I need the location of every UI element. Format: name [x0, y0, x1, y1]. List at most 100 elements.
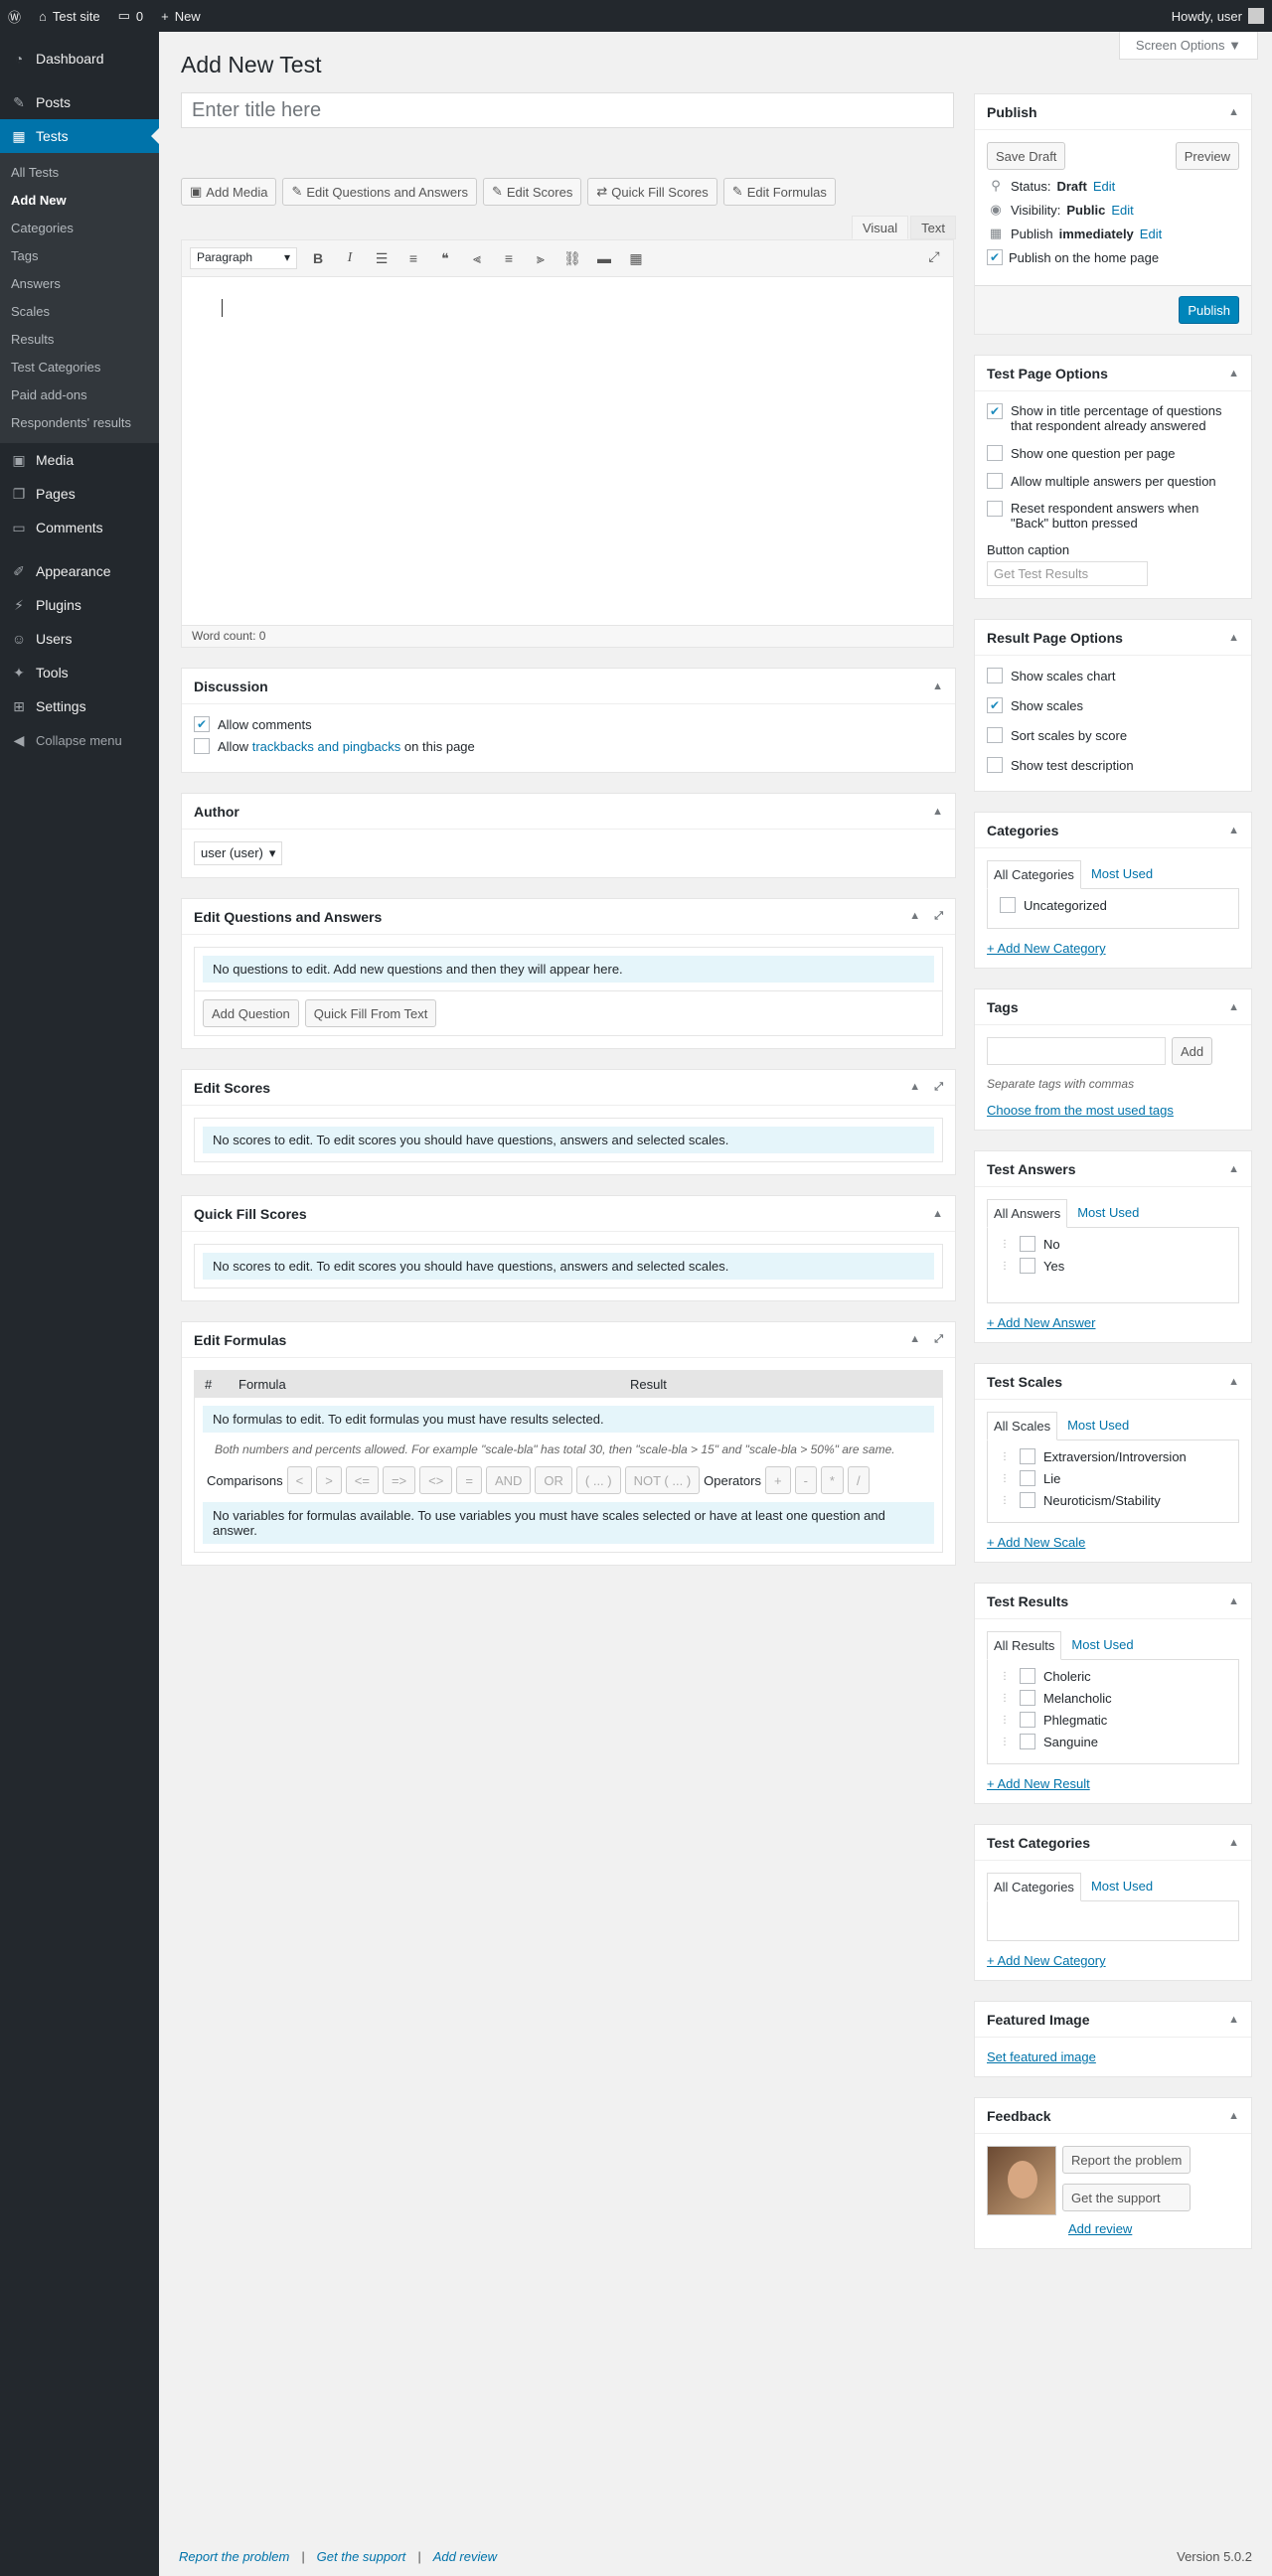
menu-pages[interactable]: ❐ Pages — [0, 477, 159, 511]
tab-all-test-categories[interactable]: All Categories — [987, 1873, 1081, 1901]
edit-date-link[interactable]: Edit — [1140, 227, 1162, 241]
toggle-arrow-icon[interactable]: ▲ — [909, 910, 920, 923]
author-select[interactable]: user (user) ▾ — [194, 841, 283, 865]
menu-settings[interactable]: ⊞ Settings — [0, 689, 159, 723]
tab-most-used[interactable]: Most Used — [1065, 1631, 1139, 1659]
edit-visibility-link[interactable]: Edit — [1111, 203, 1133, 218]
menu-users[interactable]: ☺ Users — [0, 622, 159, 656]
tab-all-answers[interactable]: All Answers — [987, 1199, 1068, 1228]
percentage-title-checkbox[interactable]: ✔ — [987, 403, 1003, 419]
get-support-button[interactable]: Get the support — [1062, 2184, 1192, 2211]
op-plus-button[interactable]: + — [764, 1466, 791, 1494]
toggle-arrow-icon[interactable]: ▲ — [1228, 1163, 1239, 1175]
toggle-arrow-icon[interactable]: ▲ — [909, 1333, 920, 1346]
allow-comments-checkbox[interactable]: ✔ — [194, 716, 210, 732]
drag-handle-icon[interactable]: ⋮ — [1000, 1737, 1010, 1747]
menu-tests[interactable]: ▦ Tests — [0, 119, 159, 153]
show-scales-checkbox[interactable]: ✔ — [987, 697, 1003, 713]
edit-status-link[interactable]: Edit — [1093, 179, 1115, 194]
report-problem-button[interactable]: Report the problem — [1062, 2146, 1192, 2174]
add-category-link[interactable]: + Add New Category — [987, 941, 1106, 956]
expand-icon[interactable]: ⤢ — [934, 1081, 943, 1094]
format-select[interactable]: Paragraph ▾ — [190, 247, 297, 269]
result-checkbox[interactable] — [1020, 1712, 1035, 1728]
menu-tools[interactable]: ✦ Tools — [0, 656, 159, 689]
scales-chart-checkbox[interactable] — [987, 668, 1003, 683]
comments-link[interactable]: ▭ 0 — [118, 8, 144, 24]
scale-checkbox[interactable] — [1020, 1448, 1035, 1464]
show-description-checkbox[interactable] — [987, 757, 1003, 773]
publish-home-checkbox[interactable]: ✔ — [987, 249, 1003, 265]
wp-logo[interactable]: Ⓦ — [8, 7, 21, 26]
result-checkbox[interactable] — [1020, 1734, 1035, 1749]
numbered-list-icon[interactable]: ≡ — [402, 250, 424, 266]
multiple-answers-checkbox[interactable] — [987, 473, 1003, 489]
toggle-arrow-icon[interactable]: ▲ — [932, 681, 943, 692]
submenu-tags[interactable]: Tags — [0, 242, 159, 270]
menu-plugins[interactable]: ⚡ Plugins — [0, 588, 159, 622]
footer-report-link[interactable]: Report the problem — [179, 2549, 289, 2564]
submenu-add-new[interactable]: Add New — [0, 187, 159, 215]
italic-icon[interactable]: I — [339, 250, 361, 266]
tags-input[interactable] — [987, 1037, 1166, 1065]
scale-checkbox[interactable] — [1020, 1492, 1035, 1508]
expand-icon[interactable]: ⤢ — [934, 910, 943, 923]
choose-tags-link[interactable]: Choose from the most used tags — [987, 1103, 1174, 1118]
submenu-categories[interactable]: Categories — [0, 215, 159, 242]
submenu-results[interactable]: Results — [0, 326, 159, 354]
scale-checkbox[interactable] — [1020, 1470, 1035, 1486]
op-multiply-button[interactable]: * — [820, 1466, 844, 1494]
tab-all-scales[interactable]: All Scales — [987, 1412, 1058, 1440]
op-gte-button[interactable]: => — [382, 1466, 416, 1494]
answer-checkbox[interactable] — [1020, 1236, 1035, 1252]
result-checkbox[interactable] — [1020, 1668, 1035, 1684]
op-ne-button[interactable]: <> — [419, 1466, 453, 1494]
tab-text[interactable]: Text — [910, 216, 956, 239]
answer-checkbox[interactable] — [1020, 1258, 1035, 1274]
footer-review-link[interactable]: Add review — [433, 2549, 497, 2564]
add-question-button[interactable]: Add Question — [203, 999, 299, 1027]
link-icon[interactable]: ⛓ — [561, 250, 583, 267]
tab-most-used[interactable]: Most Used — [1061, 1412, 1135, 1440]
op-paren-button[interactable]: ( ... ) — [575, 1466, 621, 1494]
menu-appearance[interactable]: ✐ Appearance — [0, 554, 159, 588]
drag-handle-icon[interactable]: ⋮ — [1000, 1451, 1010, 1462]
toggle-arrow-icon[interactable]: ▲ — [1228, 1376, 1239, 1388]
op-lte-button[interactable]: <= — [345, 1466, 379, 1494]
op-lt-button[interactable]: < — [286, 1466, 313, 1494]
op-gt-button[interactable]: > — [316, 1466, 342, 1494]
reset-answers-checkbox[interactable] — [987, 501, 1003, 517]
fullscreen-icon[interactable]: ⤢ — [923, 248, 945, 265]
add-test-category-link[interactable]: + Add New Category — [987, 1953, 1106, 1968]
one-question-checkbox[interactable] — [987, 445, 1003, 461]
button-caption-input[interactable]: Get Test Results — [987, 561, 1148, 586]
toggle-arrow-icon[interactable]: ▲ — [909, 1081, 920, 1094]
menu-comments[interactable]: ▭ Comments — [0, 511, 159, 544]
toggle-arrow-icon[interactable]: ▲ — [1228, 1595, 1239, 1607]
site-link[interactable]: ⌂ Test site — [39, 9, 100, 24]
edit-questions-button[interactable]: ✎ Edit Questions and Answers — [282, 178, 477, 206]
drag-handle-icon[interactable]: ⋮ — [1000, 1261, 1010, 1272]
toggle-arrow-icon[interactable]: ▲ — [932, 806, 943, 818]
allow-pings-checkbox[interactable] — [194, 738, 210, 754]
menu-posts[interactable]: ✎ Posts — [0, 85, 159, 119]
toolbar-toggle-icon[interactable]: ▦ — [625, 250, 647, 267]
menu-dashboard[interactable]: ◔ Dashboard — [0, 42, 159, 76]
op-divide-button[interactable]: / — [847, 1466, 870, 1494]
trackbacks-link[interactable]: trackbacks and pingbacks — [252, 739, 401, 754]
save-draft-button[interactable]: Save Draft — [987, 142, 1066, 170]
submenu-answers[interactable]: Answers — [0, 270, 159, 298]
op-not-button[interactable]: NOT ( ... ) — [624, 1466, 701, 1494]
result-checkbox[interactable] — [1020, 1690, 1035, 1706]
footer-support-link[interactable]: Get the support — [317, 2549, 406, 2564]
blockquote-icon[interactable]: ❝ — [434, 250, 456, 267]
tab-most-used[interactable]: Most Used — [1071, 1199, 1145, 1227]
tab-most-used[interactable]: Most Used — [1085, 1873, 1159, 1900]
add-tag-button[interactable]: Add — [1172, 1037, 1213, 1065]
read-more-icon[interactable]: ▬ — [593, 250, 615, 266]
bold-icon[interactable]: B — [307, 250, 329, 266]
quick-fill-scores-button[interactable]: ⇄ Quick Fill Scores — [587, 178, 717, 206]
toggle-arrow-icon[interactable]: ▲ — [1228, 632, 1239, 644]
toggle-arrow-icon[interactable]: ▲ — [1228, 368, 1239, 379]
toggle-arrow-icon[interactable]: ▲ — [1228, 1837, 1239, 1849]
